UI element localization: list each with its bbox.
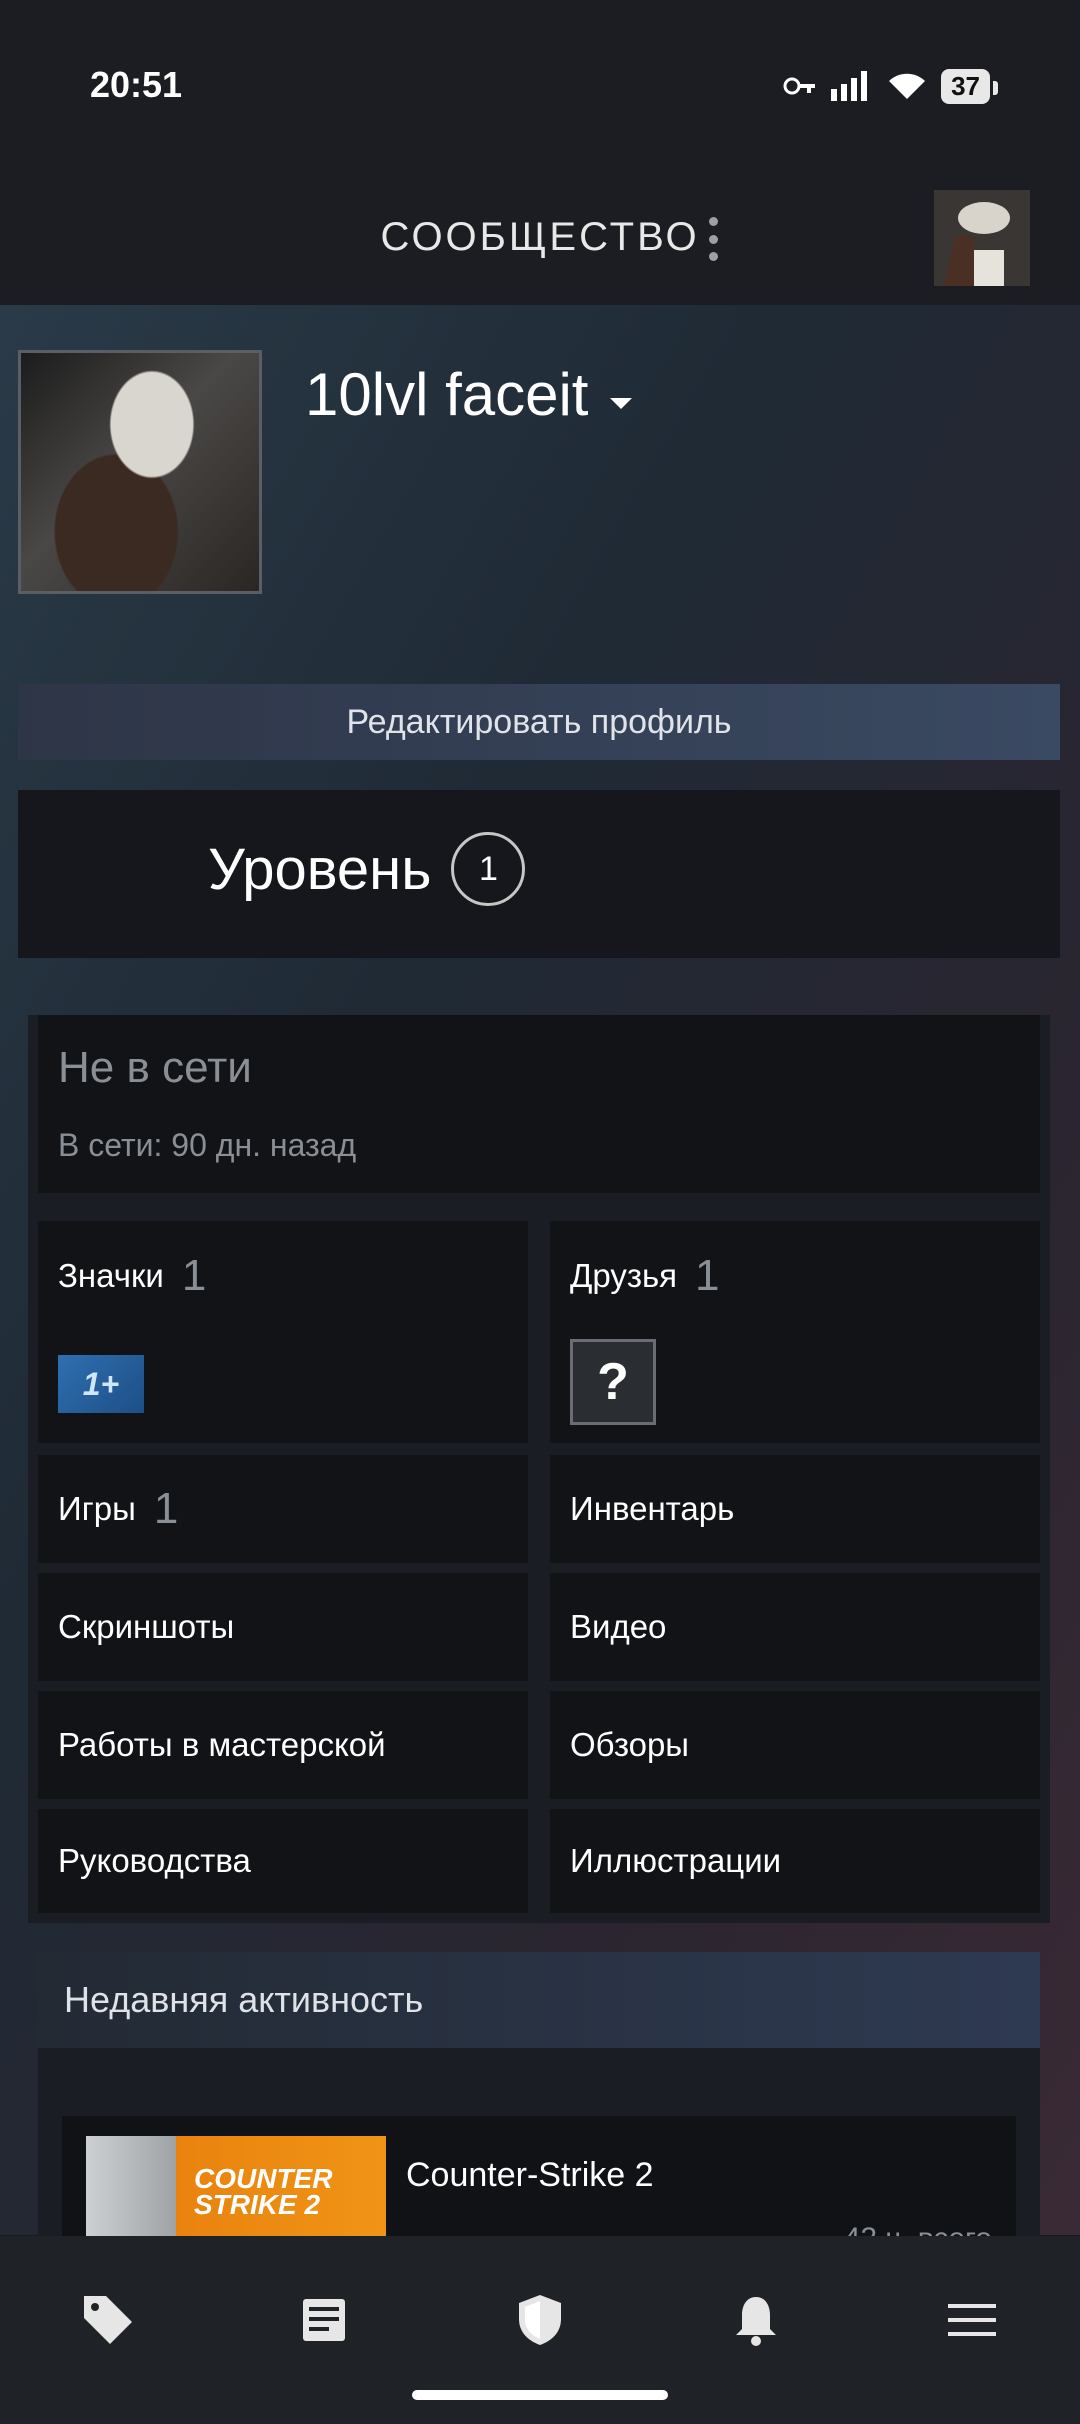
tile-label: Видео bbox=[570, 1608, 667, 1645]
news-icon[interactable] bbox=[284, 2280, 364, 2360]
tile-friends[interactable]: Друзья 1 ? bbox=[550, 1221, 1040, 1443]
status-time: 20:51 bbox=[90, 64, 183, 105]
shield-icon[interactable] bbox=[500, 2280, 580, 2360]
activity-game-row[interactable]: COUNTER STRIKE 2 Counter-Strike 2 42 ч. … bbox=[62, 2116, 1016, 2256]
tile-games[interactable]: Игры 1 bbox=[38, 1455, 528, 1563]
tile-reviews[interactable]: Обзоры bbox=[550, 1691, 1040, 1799]
level-badge: 1 bbox=[451, 832, 526, 906]
tile-label: Обзоры bbox=[570, 1726, 690, 1763]
game-name: Counter-Strike 2 bbox=[406, 2156, 654, 2194]
home-indicator[interactable] bbox=[412, 2390, 668, 2400]
edit-profile-button[interactable]: Редактировать профиль bbox=[18, 684, 1060, 760]
status-icons: 37 bbox=[783, 66, 998, 106]
online-status-box: Не в сети В сети: 90 дн. назад bbox=[38, 1015, 1040, 1193]
tile-count: 1 bbox=[181, 1251, 207, 1300]
profile-name[interactable]: 10lvl faceit bbox=[305, 360, 633, 429]
wifi-icon bbox=[889, 73, 926, 99]
profile-name-text: 10lvl faceit bbox=[305, 361, 589, 428]
tile-label: Иллюстрации bbox=[570, 1842, 782, 1879]
tile-workshop[interactable]: Работы в мастерской bbox=[38, 1691, 528, 1799]
status-bar: 20:51 37 bbox=[0, 0, 1080, 175]
header-avatar[interactable] bbox=[934, 190, 1030, 286]
avatar-image bbox=[934, 190, 1030, 286]
level-box: Уровень 1 bbox=[18, 790, 1060, 958]
header: СООБЩЕСТВО bbox=[0, 175, 1080, 305]
badge-icon: 1+ bbox=[58, 1355, 144, 1413]
more-options-icon[interactable] bbox=[700, 217, 726, 261]
tile-guides[interactable]: Руководства bbox=[38, 1809, 528, 1913]
profile-info-panel: Не в сети В сети: 90 дн. назад Значки 1 1… bbox=[28, 1015, 1050, 1923]
tile-label: Значки bbox=[58, 1257, 164, 1294]
tile-label: Инвентарь bbox=[570, 1490, 735, 1527]
tile-videos[interactable]: Видео bbox=[550, 1573, 1040, 1681]
tile-screenshots[interactable]: Скриншоты bbox=[38, 1573, 528, 1681]
tile-label: Игры bbox=[58, 1490, 136, 1527]
recent-activity-title: Недавняя активность bbox=[38, 1952, 1040, 2048]
tile-label: Скриншоты bbox=[58, 1608, 235, 1645]
tile-badges[interactable]: Значки 1 1+ bbox=[38, 1221, 528, 1443]
level-label: Уровень bbox=[208, 836, 432, 902]
bell-icon[interactable] bbox=[716, 2280, 796, 2360]
signal-icon bbox=[831, 71, 868, 101]
tile-label: Работы в мастерской bbox=[58, 1726, 386, 1763]
tile-count: 1 bbox=[153, 1484, 179, 1533]
tag-icon[interactable] bbox=[68, 2280, 148, 2360]
tile-label: Руководства bbox=[58, 1842, 251, 1879]
menu-icon[interactable] bbox=[932, 2280, 1012, 2360]
key-icon bbox=[783, 77, 816, 95]
tile-inventory[interactable]: Инвентарь bbox=[550, 1455, 1040, 1563]
page-title: СООБЩЕСТВО bbox=[380, 215, 700, 259]
chevron-down-icon bbox=[610, 398, 633, 409]
tile-label: Друзья bbox=[570, 1257, 678, 1294]
tile-count: 1 bbox=[695, 1251, 720, 1300]
friend-avatar[interactable]: ? bbox=[570, 1339, 656, 1425]
recent-activity: Недавняя активность COUNTER STRIKE 2 Cou… bbox=[38, 1952, 1040, 2256]
profile-avatar[interactable] bbox=[18, 350, 262, 594]
level-row: Уровень 1 bbox=[208, 832, 526, 906]
battery-indicator: 37 bbox=[941, 68, 998, 104]
online-status: Не в сети bbox=[58, 1043, 252, 1092]
game-logo: COUNTER STRIKE 2 bbox=[194, 2163, 333, 2220]
tile-artwork[interactable]: Иллюстрации bbox=[550, 1809, 1040, 1913]
last-online: В сети: 90 дн. назад bbox=[58, 1127, 357, 1163]
